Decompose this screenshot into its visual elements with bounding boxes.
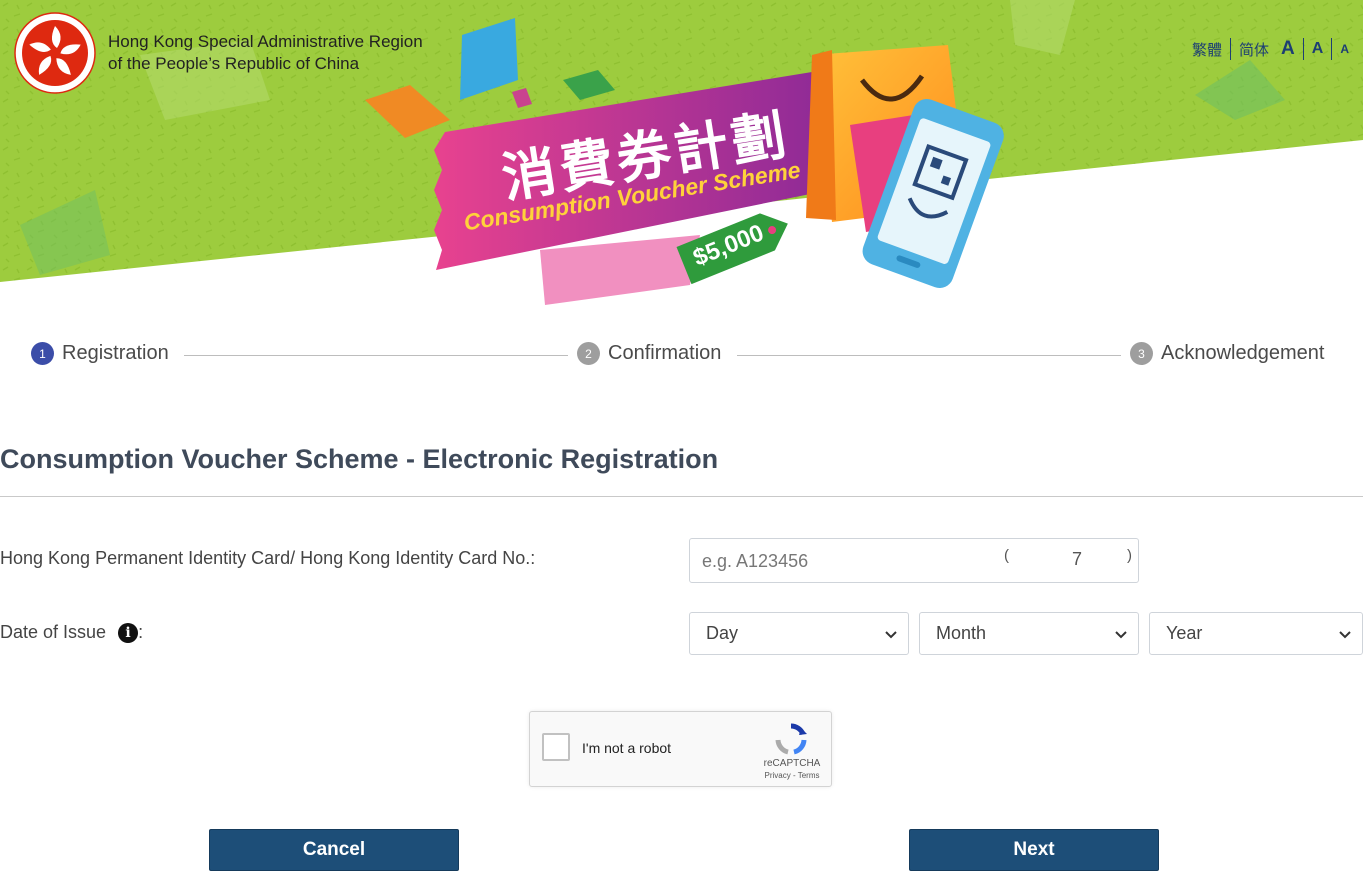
step-label: Confirmation (608, 342, 722, 364)
font-size-medium-button[interactable]: A (1312, 40, 1324, 58)
divider (1302, 38, 1304, 60)
lang-simplified-link[interactable]: 简体 (1239, 39, 1269, 60)
info-icon[interactable]: i (118, 622, 139, 643)
progress-stepper: 1 Registration 2 Confirmation 3 Acknowle… (31, 342, 1336, 368)
paren-open: ( (1004, 547, 1009, 564)
step-connector (737, 355, 1121, 356)
recaptcha-logo-icon (775, 723, 807, 755)
hkid-label: Hong Kong Permanent Identity Card/ Hong … (0, 548, 536, 568)
day-select-value: Day (706, 623, 739, 643)
gov-name: Hong Kong Special Administrative Region … (108, 31, 423, 75)
lang-traditional-link[interactable]: 繁體 (1192, 39, 1222, 60)
step-number: 1 (31, 342, 54, 365)
date-of-issue-label: Date of Issue i : (0, 622, 143, 643)
hkid-input[interactable] (702, 549, 992, 573)
hkid-check-digit-input[interactable]: 7 (1062, 549, 1092, 573)
recaptcha-label: I'm not a robot (582, 740, 672, 756)
step-number: 3 (1130, 342, 1153, 365)
step-number: 2 (577, 342, 600, 365)
recaptcha-checkbox[interactable] (542, 733, 570, 761)
day-select[interactable]: Day (689, 612, 909, 655)
chevron-down-icon (885, 631, 897, 639)
step-confirmation: 2 Confirmation (577, 342, 721, 365)
year-select-value: Year (1166, 623, 1203, 643)
year-select[interactable]: Year (1149, 612, 1363, 655)
label-colon: : (138, 622, 144, 642)
font-size-small-button[interactable]: A (1340, 42, 1349, 56)
gov-name-line1: Hong Kong Special Administrative Region (108, 32, 423, 51)
hkid-field: ( 7 ) (689, 538, 1139, 583)
chevron-down-icon (1115, 631, 1127, 639)
cancel-button[interactable]: Cancel (209, 829, 459, 871)
paren-close: ) (1127, 547, 1132, 564)
step-label: Registration (62, 342, 169, 364)
gov-name-line2: of the People’s Republic of China (108, 54, 360, 73)
divider (1331, 38, 1333, 60)
recaptcha-brand: reCAPTCHA (763, 758, 821, 769)
chevron-down-icon (1339, 631, 1351, 639)
recaptcha-links[interactable]: Privacy - Terms (756, 771, 828, 780)
language-bar: 繁體 简体 A A A (1192, 38, 1349, 60)
divider (1230, 38, 1232, 60)
page-title: Consumption Voucher Scheme - Electronic … (0, 444, 719, 474)
font-size-large-button[interactable]: A (1281, 38, 1295, 60)
step-acknowledgement: 3 Acknowledgement (1130, 342, 1324, 365)
hksar-emblem-icon (14, 12, 96, 94)
step-connector (184, 355, 568, 356)
month-select-value: Month (936, 623, 987, 643)
recaptcha-widget: I'm not a robot reCAPTCHA Privacy - Term… (529, 711, 832, 787)
date-of-issue-text: Date of Issue (0, 622, 107, 642)
step-registration: 1 Registration (31, 342, 169, 365)
next-button[interactable]: Next (909, 829, 1159, 871)
header-banner: 消費券計劃 Consumption Voucher Scheme $5,000 … (0, 0, 1363, 310)
gov-branding: Hong Kong Special Administrative Region … (14, 12, 423, 94)
step-label: Acknowledgement (1161, 342, 1325, 364)
divider (0, 496, 1363, 497)
month-select[interactable]: Month (919, 612, 1139, 655)
